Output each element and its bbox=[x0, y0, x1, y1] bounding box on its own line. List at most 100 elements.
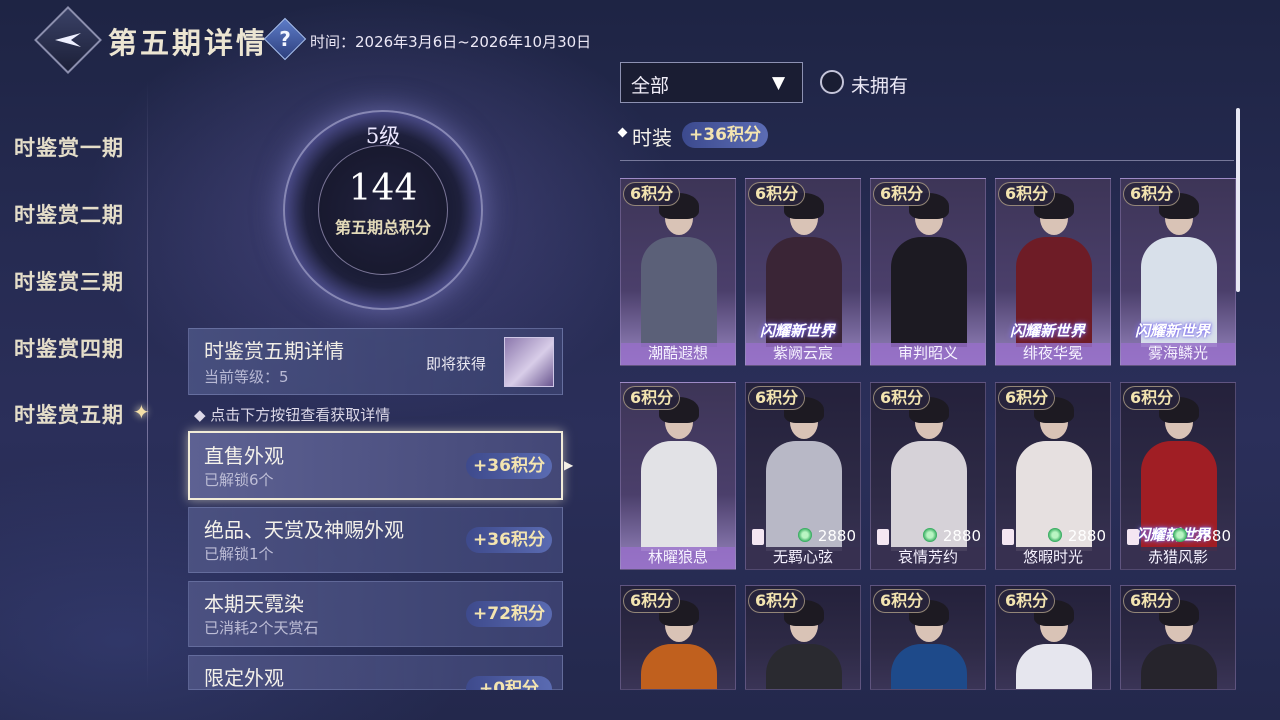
costume-card[interactable]: 6积分 bbox=[620, 585, 736, 690]
source-title: 限定外观 bbox=[204, 666, 284, 690]
upcoming-reward-icon[interactable] bbox=[504, 337, 554, 387]
page-title: 第五期详情 bbox=[108, 26, 269, 60]
source-points: +72积分 bbox=[466, 601, 552, 627]
source-points: +36积分 bbox=[466, 527, 552, 553]
costume-figure bbox=[766, 644, 842, 689]
costume-points: 6积分 bbox=[623, 182, 681, 206]
costume-points: 6积分 bbox=[873, 386, 931, 410]
dropdown-arrow-icon: ▼ bbox=[772, 73, 786, 93]
total-score: 144 bbox=[348, 168, 418, 209]
source-title: 绝品、天赏及神赐外观 bbox=[204, 518, 404, 542]
section-title: 时装 bbox=[632, 126, 672, 150]
not-owned-label: 未拥有 bbox=[851, 75, 909, 97]
costume-name: 审判昭义 bbox=[897, 344, 958, 362]
costume-figure bbox=[1141, 644, 1217, 689]
costume-figure bbox=[891, 644, 967, 689]
costume-badge: 闪耀新世界 bbox=[760, 322, 836, 340]
source-points: +36积分 bbox=[466, 453, 552, 479]
not-owned-toggle[interactable] bbox=[820, 70, 844, 94]
costume-name: 绯夜华冕 bbox=[1022, 344, 1083, 362]
costume-card[interactable]: 6积分 bbox=[870, 585, 986, 690]
period-detail-title: 时鉴赏五期详情 bbox=[204, 339, 344, 363]
costume-name: 哀情芳约 bbox=[897, 548, 958, 566]
jade-coin-icon bbox=[798, 528, 812, 542]
back-arrow-icon bbox=[44, 16, 92, 64]
costume-card[interactable]: 6积分闪耀新世界2880赤猎风影 bbox=[1120, 382, 1236, 570]
scrollbar[interactable] bbox=[1236, 108, 1240, 292]
costume-card[interactable]: 6积分 bbox=[1120, 585, 1236, 690]
costume-name: 潮酷遐想 bbox=[647, 344, 708, 362]
costume-points: 6积分 bbox=[748, 589, 806, 613]
jade-coin-icon bbox=[1173, 528, 1187, 542]
section-bullet-icon bbox=[617, 127, 628, 138]
nav-item-period-1[interactable]: 时鉴赏一期 bbox=[14, 132, 124, 162]
hint-text: ◆ 点击下方按钮查看获取详情 bbox=[194, 406, 391, 424]
nav-item-period-5[interactable]: 时鉴赏五期 bbox=[14, 399, 124, 429]
dropdown-selected: 全部 bbox=[631, 75, 670, 97]
nav-divider bbox=[147, 80, 148, 690]
costume-name: 林曜狼息 bbox=[647, 548, 708, 566]
costume-badge: 闪耀新世界 bbox=[1135, 322, 1211, 340]
costume-points: 6积分 bbox=[748, 386, 806, 410]
costume-figure bbox=[641, 441, 717, 551]
source-sub: 已消耗2个天赏石 bbox=[204, 619, 319, 637]
costume-card[interactable]: 6积分林曜狼息 bbox=[620, 382, 736, 570]
lock-icon bbox=[752, 529, 764, 545]
costume-figure bbox=[641, 644, 717, 689]
costume-points: 6积分 bbox=[748, 182, 806, 206]
costume-card[interactable]: 6积分 2880 悠暇时光 bbox=[995, 382, 1111, 570]
costume-figure bbox=[1016, 644, 1092, 689]
costume-card[interactable]: 6积分 bbox=[995, 585, 1111, 690]
costume-card[interactable]: 6积分闪耀新世界紫阙云宸 bbox=[745, 178, 861, 366]
nav-item-period-2[interactable]: 时鉴赏二期 bbox=[14, 199, 124, 229]
selected-star-icon: ✦ bbox=[133, 400, 150, 424]
costume-name: 赤猎风影 bbox=[1147, 548, 1208, 566]
costume-points: 6积分 bbox=[1123, 182, 1181, 206]
costume-price: 2880 bbox=[817, 527, 856, 545]
question-icon: ? bbox=[279, 27, 291, 51]
costume-points: 6积分 bbox=[998, 182, 1056, 206]
costume-card[interactable]: 6积分 bbox=[745, 585, 861, 690]
costume-points: 6积分 bbox=[998, 589, 1056, 613]
costume-points: 6积分 bbox=[1123, 589, 1181, 613]
lock-icon bbox=[877, 529, 889, 545]
jade-coin-icon bbox=[1048, 528, 1062, 542]
costume-card[interactable]: 6积分闪耀新世界雾海鳞光 bbox=[1120, 178, 1236, 366]
costume-points: 6积分 bbox=[873, 589, 931, 613]
costume-figure bbox=[641, 237, 717, 347]
source-title: 本期天霓染 bbox=[204, 592, 304, 616]
costume-card[interactable]: 6积分 2880 无羁心弦 bbox=[745, 382, 861, 570]
level-label: 5级 bbox=[365, 124, 401, 148]
selected-arrow-icon: ▶ bbox=[564, 458, 574, 472]
costume-card[interactable]: 6积分 2880 哀情芳约 bbox=[870, 382, 986, 570]
source-title: 直售外观 bbox=[204, 444, 284, 468]
score-ring-inner bbox=[318, 145, 448, 275]
costume-card[interactable]: 6积分潮酷遐想 bbox=[620, 178, 736, 366]
costume-name: 紫阙云宸 bbox=[772, 344, 833, 362]
costume-price: 2880 bbox=[942, 527, 981, 545]
total-score-label: 第五期总积分 bbox=[334, 218, 431, 237]
costume-price: 2880 bbox=[1192, 527, 1231, 545]
costume-points: 6积分 bbox=[623, 386, 681, 410]
costume-points: 6积分 bbox=[623, 589, 681, 613]
section-points: +36积分 bbox=[682, 122, 768, 148]
upcoming-reward-label: 即将获得 bbox=[426, 355, 487, 373]
costume-name: 悠暇时光 bbox=[1022, 548, 1083, 566]
event-time: 时间：2026年3月6日~2026年10月30日 bbox=[310, 33, 592, 51]
jade-coin-icon bbox=[923, 528, 937, 542]
costume-points: 6积分 bbox=[1123, 386, 1181, 410]
costume-card[interactable]: 6积分闪耀新世界绯夜华冕 bbox=[995, 178, 1111, 366]
costume-figure bbox=[891, 237, 967, 347]
source-sub: 已解锁1个 bbox=[204, 545, 274, 563]
costume-badge: 闪耀新世界 bbox=[1010, 322, 1086, 340]
costume-points: 6积分 bbox=[873, 182, 931, 206]
costume-price: 2880 bbox=[1067, 527, 1106, 545]
nav-item-period-3[interactable]: 时鉴赏三期 bbox=[14, 266, 124, 296]
nav-item-period-4[interactable]: 时鉴赏四期 bbox=[14, 333, 124, 363]
costume-name: 雾海鳞光 bbox=[1147, 344, 1208, 362]
source-points: +0积分 bbox=[466, 676, 552, 690]
costume-card[interactable]: 6积分审判昭义 bbox=[870, 178, 986, 366]
costume-points: 6积分 bbox=[998, 386, 1056, 410]
costume-name: 无羁心弦 bbox=[772, 548, 833, 566]
section-divider bbox=[620, 160, 1234, 161]
